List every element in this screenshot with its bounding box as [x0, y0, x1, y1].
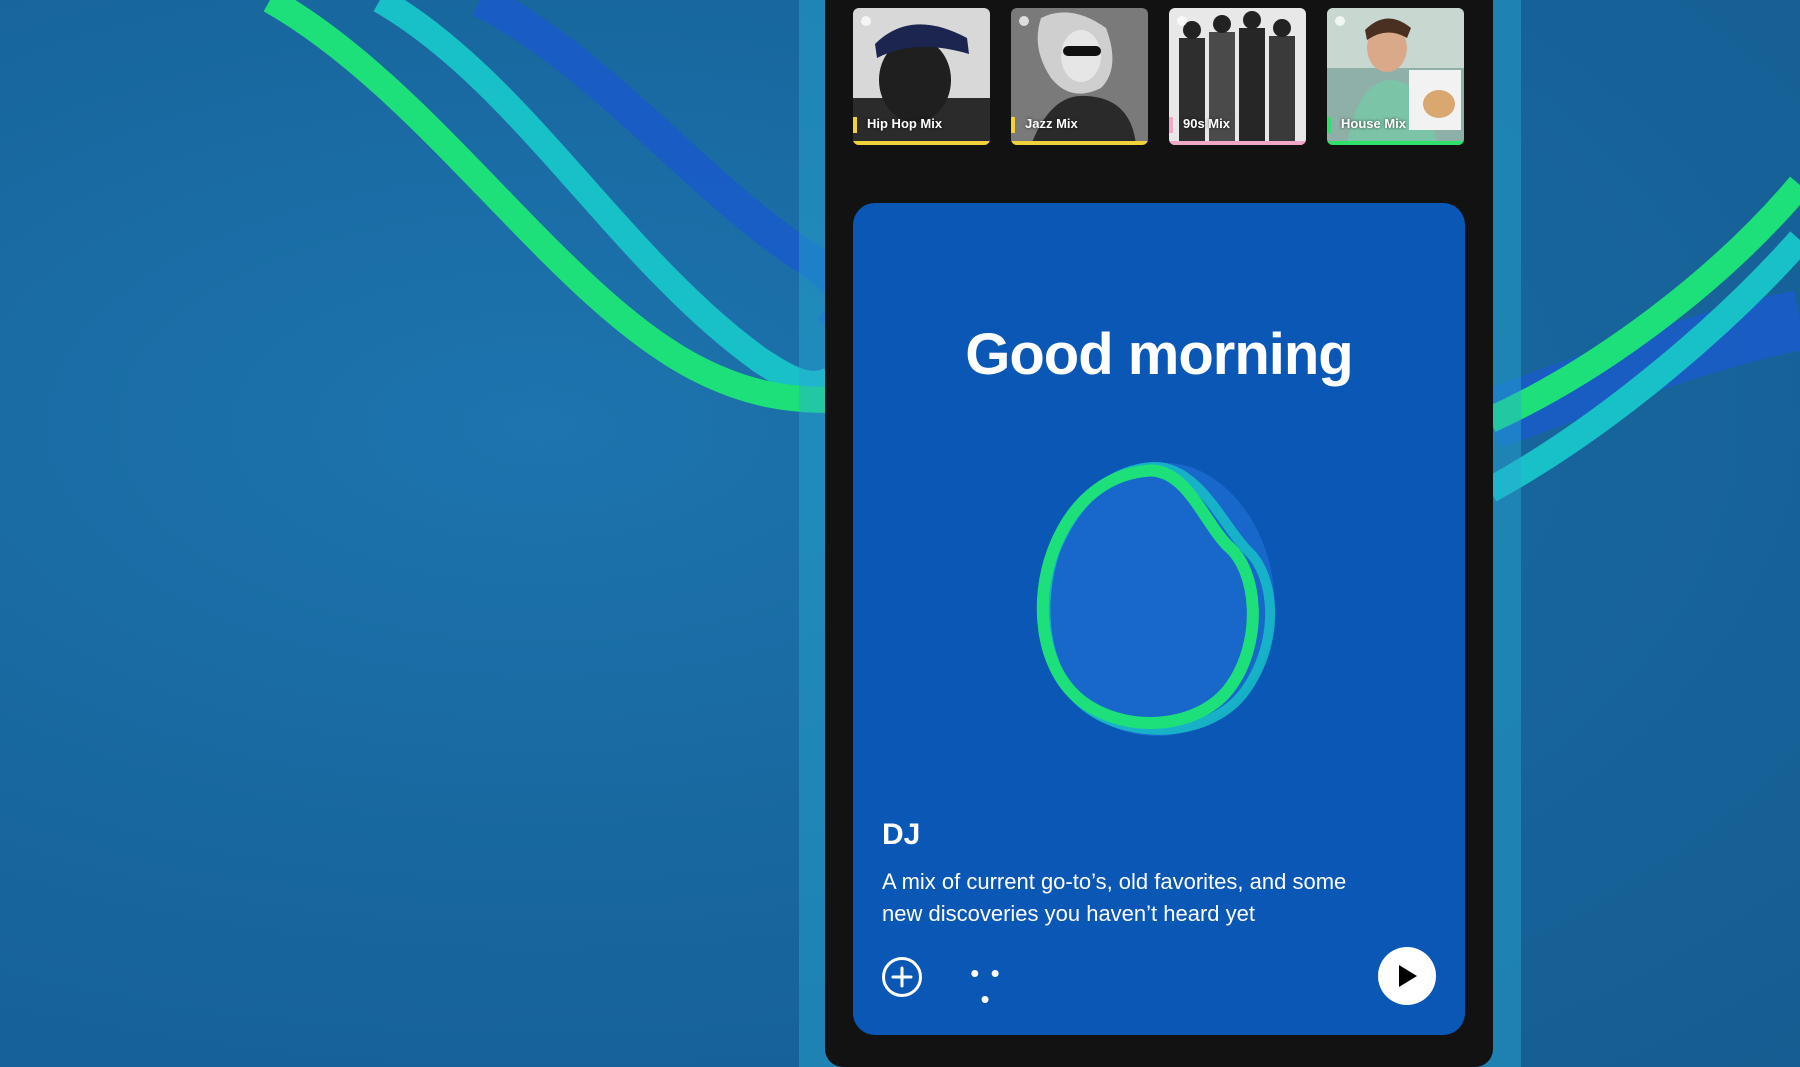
spotify-logo-icon — [1019, 16, 1029, 26]
add-to-library-button[interactable] — [882, 957, 922, 997]
mix-tile-90s[interactable]: 90s Mix — [1169, 8, 1306, 145]
phone-screen: Hip Hop Mix Jazz Mix 90s Mix House Mix G… — [825, 0, 1493, 1067]
play-icon — [1399, 965, 1417, 987]
dj-title: DJ — [882, 818, 921, 851]
mix-label: House Mix — [1341, 116, 1407, 131]
dj-card[interactable]: Good morning DJ A mix of current go-to’s… — [853, 203, 1465, 1035]
mix-accent-underline — [1011, 141, 1148, 145]
mix-row: Hip Hop Mix Jazz Mix 90s Mix House Mix — [853, 8, 1464, 145]
mix-accent-tick — [1169, 117, 1173, 133]
mix-accent-tick — [853, 117, 857, 133]
dj-orb-icon — [1036, 461, 1276, 737]
mix-accent-underline — [1169, 141, 1306, 145]
dj-description: A mix of current go-to’s, old favorites,… — [882, 869, 1347, 926]
mix-label: Jazz Mix — [1025, 116, 1078, 131]
spotify-logo-icon — [1335, 16, 1345, 26]
spotify-logo-icon — [1177, 16, 1187, 26]
greeting-heading: Good morning — [965, 322, 1354, 387]
mix-accent-tick — [1327, 117, 1331, 133]
plus-icon — [891, 966, 913, 988]
mix-tile-hiphop[interactable]: Hip Hop Mix — [853, 8, 990, 145]
mix-label: 90s Mix — [1183, 116, 1230, 131]
mix-label: Hip Hop Mix — [867, 116, 943, 131]
mix-tile-jazz[interactable]: Jazz Mix — [1011, 8, 1148, 145]
mix-accent-underline — [1327, 141, 1464, 145]
mix-accent-underline — [853, 141, 990, 145]
mix-tile-house[interactable]: House Mix — [1327, 8, 1464, 145]
spotify-logo-icon — [861, 16, 871, 26]
more-options-button[interactable]: • • • — [966, 960, 1006, 1012]
mix-accent-tick — [1011, 117, 1015, 133]
play-button[interactable] — [1378, 947, 1436, 1005]
